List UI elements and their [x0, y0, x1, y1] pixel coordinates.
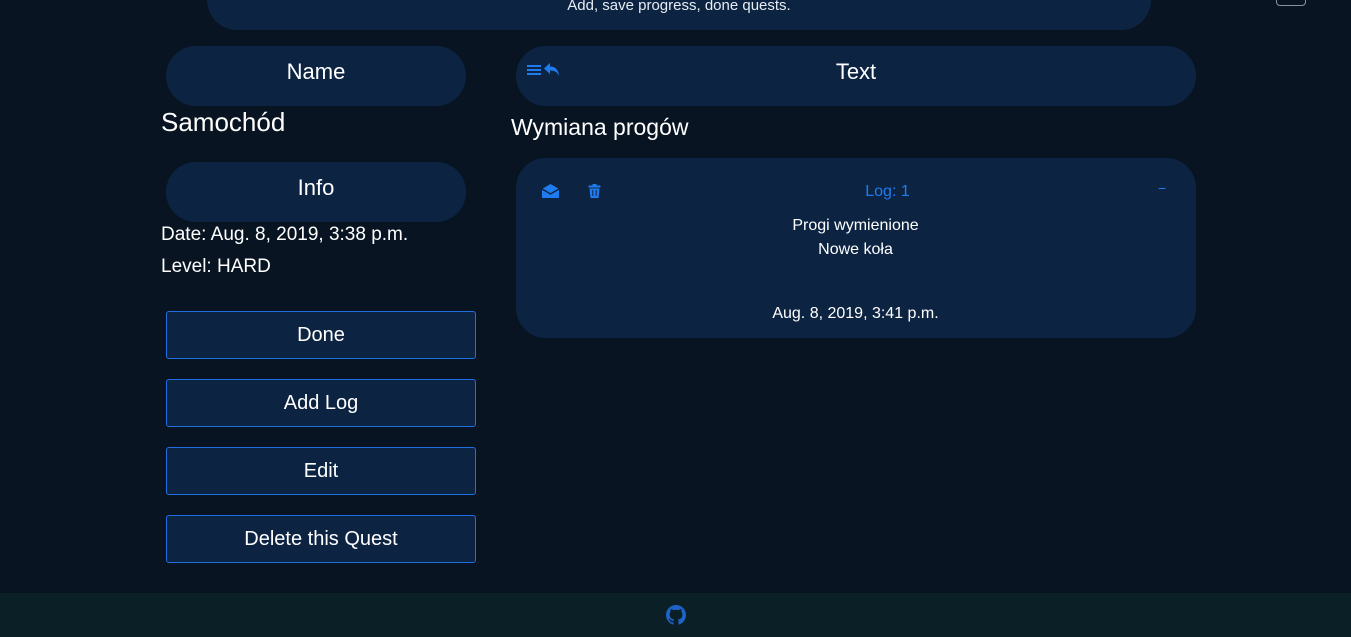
log-date: Aug. 8, 2019, 3:41 p.m. [772, 305, 939, 322]
quest-name: Samochód [161, 107, 286, 137]
header-icon-group [527, 60, 561, 80]
info-header: Info [166, 162, 466, 222]
log-number: Log: 1 [865, 183, 910, 200]
text-header-label: Text [835, 59, 877, 84]
app-subtitle: Add, save progress, done quests. [567, 0, 791, 14]
quest-date: Date: Aug. 8, 2019, 3:38 p.m. [161, 224, 409, 245]
name-header-label: Name [286, 59, 346, 84]
top-banner: Add, save progress, done quests. [207, 0, 1151, 30]
name-header: Name [166, 46, 466, 106]
text-header: Text [516, 46, 1196, 106]
log-card: Log: 1 − Progi wymienione Nowe koła Aug.… [516, 158, 1196, 338]
list-icon[interactable] [527, 63, 541, 77]
done-button[interactable]: Done [166, 311, 476, 359]
log-text-line: Nowe koła [818, 241, 893, 258]
delete-quest-button[interactable]: Delete this Quest [166, 515, 476, 563]
github-icon[interactable] [666, 605, 686, 625]
reply-arrow-icon[interactable] [543, 62, 561, 78]
info-header-label: Info [297, 175, 335, 200]
quest-title: Wymiana progów [511, 114, 689, 140]
minimize-log-button[interactable]: − [1158, 180, 1166, 196]
log-text-line: Progi wymienione [792, 217, 919, 234]
corner-toggle[interactable] [1276, 0, 1306, 6]
edit-button[interactable]: Edit [166, 447, 476, 495]
footer [0, 593, 1351, 637]
add-log-button[interactable]: Add Log [166, 379, 476, 427]
quest-level: Level: HARD [161, 256, 271, 277]
